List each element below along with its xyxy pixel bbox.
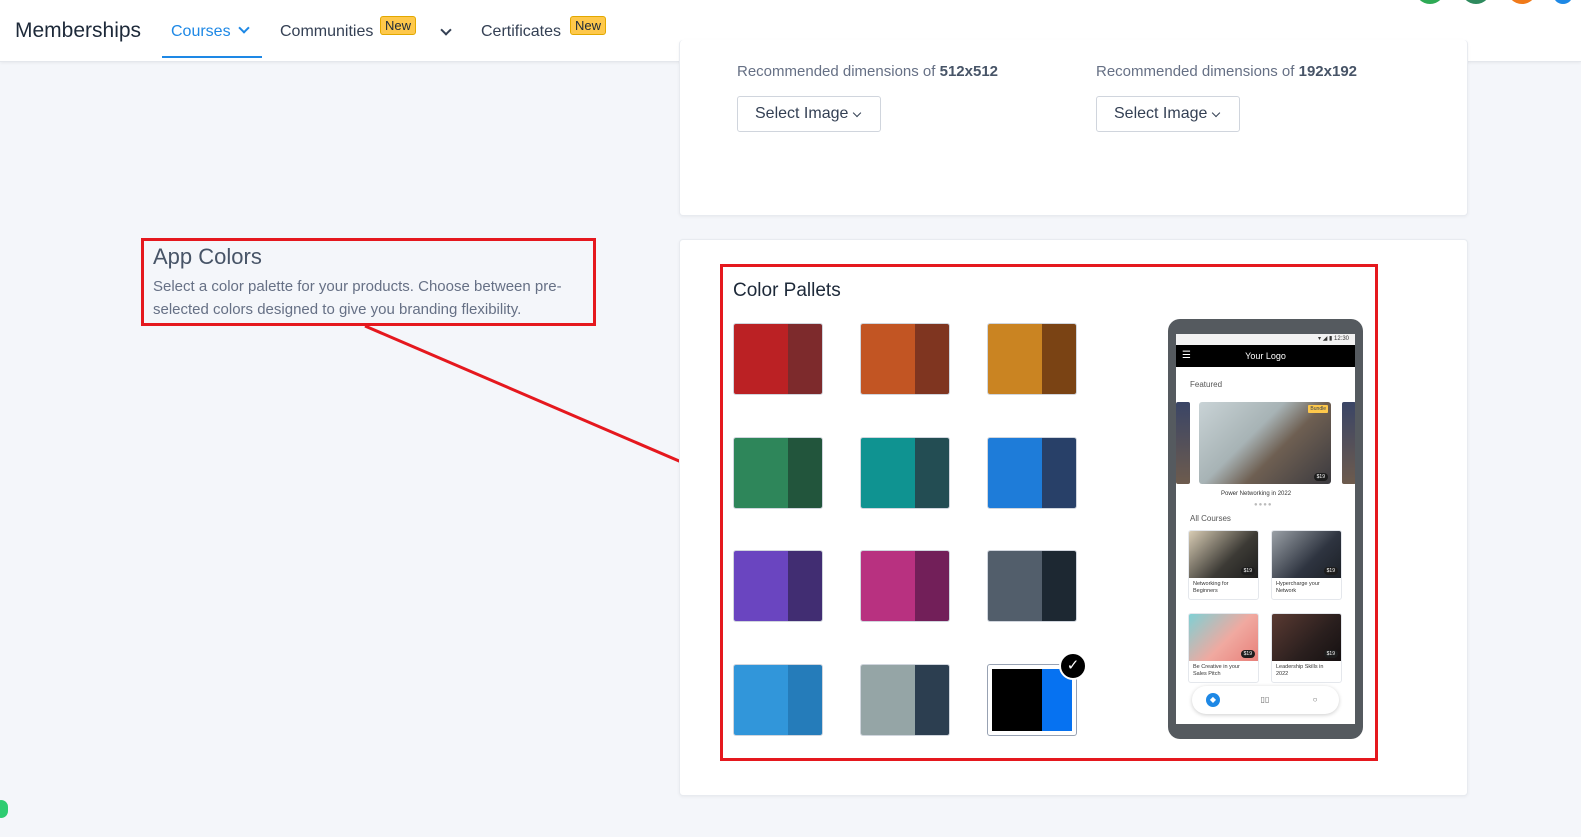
palette-secondary-color: [788, 438, 822, 508]
palette-primary-color: [861, 324, 915, 394]
palette-secondary-color: [915, 665, 949, 735]
all-courses-label: All Courses: [1190, 514, 1231, 523]
palette-primary-color: [734, 324, 788, 394]
book-icon: ▯▯: [1260, 695, 1270, 704]
course-image: $19: [1189, 614, 1258, 661]
phone-app-bar: ☰ Your Logo: [1176, 345, 1355, 367]
palette-secondary-color: [788, 324, 822, 394]
course-image: $19: [1272, 531, 1341, 578]
status-time: 12:30: [1333, 336, 1349, 342]
hamburger-icon: ☰: [1182, 350, 1191, 361]
status-bar: ▾ ◢ ▮ 12:30: [1176, 334, 1355, 345]
color-palette-swatch[interactable]: [987, 437, 1077, 509]
price-badge: $19: [1313, 473, 1328, 481]
palette-primary-color: [734, 551, 788, 621]
palette-primary-color: [861, 438, 915, 508]
bundle-badge: Bundle: [1308, 405, 1328, 413]
course-image: $19: [1189, 531, 1258, 578]
color-palette-swatch[interactable]: [987, 323, 1077, 395]
palette-primary-color: [988, 438, 1042, 508]
course-title: Be Creative in your Sales Pitch: [1193, 664, 1240, 677]
course-title: Networking for Beginners: [1193, 581, 1229, 594]
check-icon: ✓: [1059, 652, 1087, 680]
color-palette-swatch[interactable]: [733, 550, 823, 622]
color-palette-swatch[interactable]: [860, 664, 950, 736]
phone-screen: ▾ ◢ ▮ 12:30 ☰ Your Logo Featured Bundle …: [1176, 334, 1355, 724]
palette-secondary-color: [915, 324, 949, 394]
palette-secondary-color: [1042, 324, 1076, 394]
palette-primary-color: [734, 438, 788, 508]
price-badge: $19: [1240, 567, 1255, 575]
course-title: Hypercharge your Network: [1276, 581, 1320, 594]
status-icons: ▾ ◢ ▮: [1318, 336, 1334, 342]
palettes-title: Color Pallets: [733, 280, 841, 301]
search-icon: ○: [1312, 695, 1318, 704]
color-palette-swatch[interactable]: [860, 550, 950, 622]
palette-primary-color: [988, 551, 1042, 621]
featured-label: Featured: [1190, 380, 1223, 389]
price-badge: $19: [1323, 567, 1338, 575]
palette-primary-color: [992, 669, 1042, 731]
palette-secondary-color: [1042, 438, 1076, 508]
palette-secondary-color: [915, 438, 949, 508]
graduation-cap-icon: ◆: [1206, 693, 1220, 707]
price-badge: $19: [1240, 650, 1255, 658]
course-card: $19 Networking for Beginners: [1188, 530, 1259, 600]
color-palette-swatch[interactable]: [733, 437, 823, 509]
color-palette-swatch[interactable]: [733, 323, 823, 395]
color-palette-swatch[interactable]: [733, 664, 823, 736]
color-palette-swatch[interactable]: [860, 323, 950, 395]
phone-preview: ▾ ◢ ▮ 12:30 ☰ Your Logo Featured Bundle …: [1168, 319, 1363, 739]
annotation-arrow-line: [364, 324, 701, 472]
color-palette-swatch[interactable]: [860, 437, 950, 509]
price-badge: $19: [1323, 650, 1338, 658]
phone-bottom-nav: ◆ ▯▯ ○: [1192, 686, 1339, 714]
palette-secondary-color: [788, 665, 822, 735]
palette-primary-color: [988, 324, 1042, 394]
featured-prev-card: [1176, 402, 1190, 484]
carousel-dots: ●●●●: [1254, 502, 1273, 508]
palette-primary-color: [861, 551, 915, 621]
course-card: $19 Be Creative in your Sales Pitch: [1188, 613, 1259, 683]
palette-secondary-color: [788, 551, 822, 621]
course-card: $19 Hypercharge your Network: [1271, 530, 1342, 600]
palette-secondary-color: [915, 551, 949, 621]
course-card: $19 Leadership Skills in 2022: [1271, 613, 1342, 683]
palette-primary-color: [734, 665, 788, 735]
palette-primary-color: [861, 665, 915, 735]
palette-secondary-color: [1042, 551, 1076, 621]
color-palette-swatch[interactable]: [987, 550, 1077, 622]
featured-course-title: Power Networking in 2022: [1221, 491, 1292, 497]
course-title: Leadership Skills in 2022: [1276, 664, 1324, 677]
course-image: $19: [1272, 614, 1341, 661]
featured-course-image: Bundle $19: [1199, 402, 1331, 484]
phone-logo: Your Logo: [1245, 351, 1286, 361]
featured-next-card: [1342, 402, 1355, 484]
